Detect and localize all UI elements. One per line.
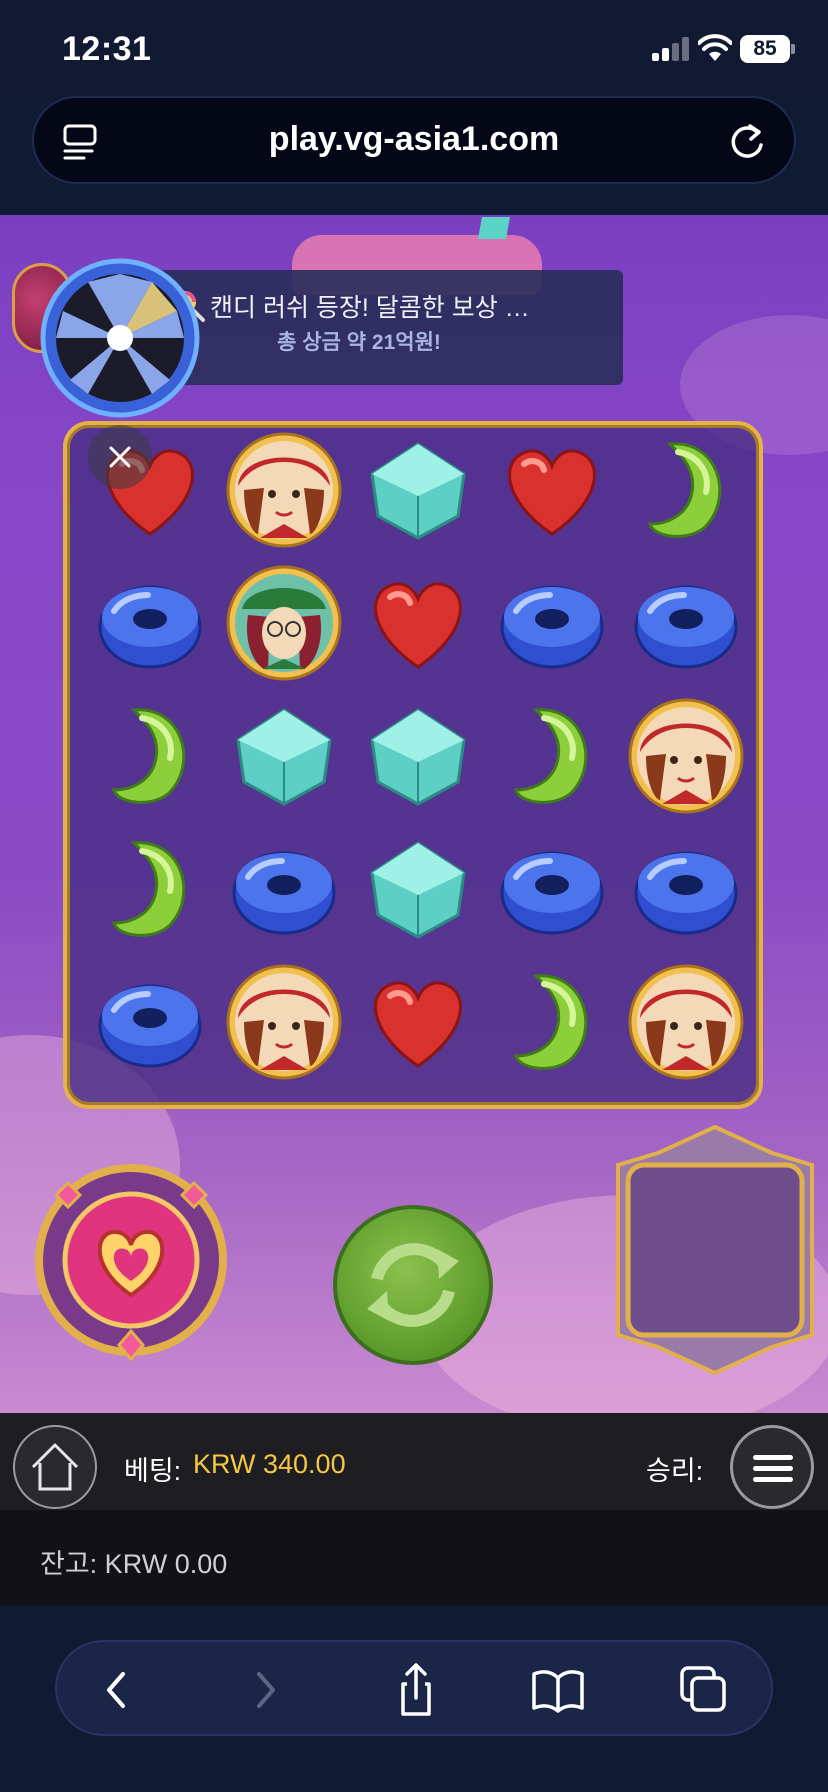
status-bar: 12:31 85 (0, 0, 828, 92)
hamburger-icon (753, 1477, 793, 1482)
promo-panel[interactable]: 캔디 러쉬 등장! 달콤한 보상 … 총 상금 약 21억원! (155, 270, 623, 385)
blue-ring-symbol (224, 829, 344, 949)
blue-ring-symbol (492, 829, 612, 949)
balance-bar: 잔고: KRW 0.00 (0, 1510, 828, 1605)
logo-gem-decoration (478, 217, 510, 239)
red-heart-symbol (358, 962, 478, 1082)
green-hat-girl-symbol (224, 563, 344, 683)
green-bean-symbol (90, 696, 210, 816)
green-bean-symbol (492, 696, 612, 816)
blue-ring-symbol (90, 962, 210, 1082)
bet-value[interactable]: KRW 340.00 (193, 1449, 346, 1480)
address-bar[interactable]: play.vg-asia1.com (32, 96, 796, 184)
game-canvas[interactable]: 캔디 러쉬 등장! 달콤한 보상 … 총 상금 약 21억원! (0, 215, 828, 1413)
menu-button[interactable] (730, 1425, 814, 1509)
teal-gem-symbol (358, 829, 478, 949)
red-hat-girl-symbol (626, 962, 746, 1082)
buy-feature-panel[interactable] (612, 1125, 818, 1375)
balance-text: 잔고: KRW 0.00 (40, 1549, 228, 1579)
hamburger-icon (753, 1466, 793, 1471)
spin-button[interactable] (333, 1205, 493, 1365)
url-text[interactable]: play.vg-asia1.com (34, 120, 794, 159)
share-icon[interactable] (386, 1662, 446, 1718)
battery-nub (791, 44, 795, 54)
win-label: 승리: (646, 1456, 704, 1486)
close-promo-button[interactable] (88, 425, 152, 489)
battery-icon: 85 (740, 35, 790, 63)
red-hat-girl-symbol (224, 430, 344, 550)
cellular-signal-icon (652, 37, 690, 61)
red-hat-girl-symbol (626, 696, 746, 816)
tabs-icon[interactable] (674, 1662, 734, 1718)
teal-gem-symbol (358, 430, 478, 550)
bet-bar: 베팅: KRW 340.00 승리: (0, 1413, 828, 1510)
red-heart-symbol (358, 563, 478, 683)
hamburger-icon (753, 1455, 793, 1460)
browser-toolbar (55, 1640, 773, 1736)
blue-ring-symbol (626, 829, 746, 949)
bet-label: 베팅: (124, 1456, 182, 1486)
red-hat-girl-symbol (224, 962, 344, 1082)
blue-ring-symbol (626, 563, 746, 683)
promo-banner[interactable]: 캔디 러쉬 등장! 달콤한 보상 … 총 상금 약 21억원! (40, 258, 623, 418)
red-heart-symbol (492, 430, 612, 550)
wifi-icon (698, 34, 732, 61)
teal-gem-symbol (224, 696, 344, 816)
promo-headline: 캔디 러쉬 등장! 달콤한 보상 … (210, 294, 530, 322)
blue-ring-symbol (90, 563, 210, 683)
spin-arrows-icon (367, 1243, 459, 1327)
promo-prize: 총 상금 약 21억원! (277, 331, 441, 354)
bookmarks-icon[interactable] (528, 1662, 588, 1718)
reload-icon[interactable] (728, 120, 768, 162)
green-bean-symbol (90, 829, 210, 949)
close-icon (109, 446, 131, 468)
prize-wheel-icon[interactable] (40, 258, 200, 418)
teal-gem-symbol (358, 696, 478, 816)
green-bean-symbol (492, 962, 612, 1082)
status-time: 12:31 (62, 30, 152, 68)
blue-ring-symbol (492, 563, 612, 683)
green-bean-symbol (626, 430, 746, 550)
back-icon[interactable] (87, 1662, 147, 1718)
home-button[interactable] (13, 1425, 97, 1509)
home-icon (31, 1443, 79, 1491)
double-chance-button[interactable] (26, 1155, 236, 1365)
forward-icon[interactable] (235, 1662, 295, 1718)
